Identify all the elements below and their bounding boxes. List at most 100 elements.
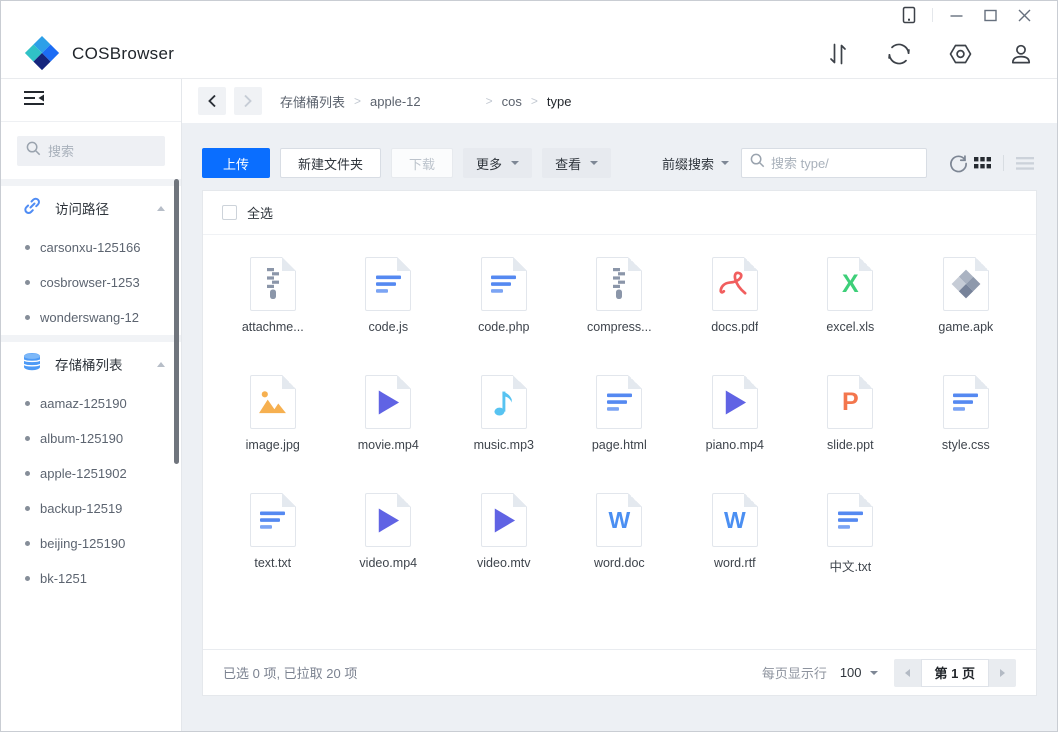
- transfer-icon[interactable]: [824, 40, 852, 68]
- view-toggle-divider: [1003, 155, 1004, 171]
- file-name: compress...: [587, 320, 652, 334]
- bucket-name: aamaz-125190: [40, 396, 127, 411]
- sidebar-bucket-item[interactable]: backup-12519: [1, 491, 181, 526]
- file-item[interactable]: Xexcel.xls: [793, 257, 909, 375]
- user-icon[interactable]: [1007, 40, 1035, 68]
- file-item[interactable]: compress...: [562, 257, 678, 375]
- section-collapse-icon[interactable]: [157, 206, 165, 211]
- access-path-list: carsonxu-125166 cosbrowser-1253wonderswan…: [1, 230, 181, 335]
- selection-status: 已选 0 项, 已拉取 20 项: [223, 663, 357, 682]
- grid-view-icon[interactable]: [970, 151, 994, 175]
- settings-icon[interactable]: [946, 40, 974, 68]
- link-icon: [22, 196, 42, 221]
- file-item[interactable]: game.apk: [908, 257, 1024, 375]
- status-bar: 已选 0 项, 已拉取 20 项 每页显示行 100 第 1 页: [203, 649, 1036, 695]
- file-item[interactable]: Pslide.ppt: [793, 375, 909, 493]
- breadcrumb-item[interactable]: cos: [502, 94, 522, 109]
- file-item[interactable]: piano.mp4: [677, 375, 793, 493]
- bullet-icon: [25, 506, 30, 511]
- sidebar-bucket-item[interactable]: cosbrowser-1253: [1, 265, 181, 300]
- file-item[interactable]: page.html: [562, 375, 678, 493]
- cosbrowser-window: COSBrowser: [0, 0, 1058, 732]
- page-fold: [859, 257, 873, 271]
- file-item[interactable]: docs.pdf: [677, 257, 793, 375]
- file-item[interactable]: music.mp3: [446, 375, 562, 493]
- prev-page-button[interactable]: [894, 659, 921, 687]
- sidebar-bucket-item[interactable]: bk-1251: [1, 561, 181, 596]
- file-item[interactable]: attachme...: [215, 257, 331, 375]
- caret-down-icon: [721, 161, 729, 165]
- download-button[interactable]: 下载: [391, 148, 453, 178]
- section-collapse-icon[interactable]: [157, 362, 165, 367]
- mobile-icon[interactable]: [892, 3, 926, 27]
- section-bucket-list[interactable]: 存储桶列表: [1, 342, 181, 386]
- sidebar-bucket-item[interactable]: wonderswang-12: [1, 300, 181, 335]
- file-item[interactable]: code.js: [331, 257, 447, 375]
- sidebar-scrollbar[interactable]: [174, 179, 179, 464]
- file-name: text.txt: [254, 556, 291, 570]
- object-search[interactable]: [741, 148, 927, 178]
- file-item[interactable]: Wword.rtf: [677, 493, 793, 611]
- collapse-sidebar-icon[interactable]: [23, 90, 45, 111]
- view-button[interactable]: 查看: [542, 148, 611, 178]
- sidebar-search[interactable]: [17, 136, 165, 166]
- sidebar-bucket-item[interactable]: apple-1251902: [1, 456, 181, 491]
- bullet-icon: [25, 280, 30, 285]
- video-file-icon: [365, 493, 411, 547]
- select-all-label: 全选: [247, 203, 273, 222]
- file-item[interactable]: style.css: [908, 375, 1024, 493]
- caret-down-icon: [511, 161, 519, 165]
- page-fold: [397, 375, 411, 389]
- minimize-icon[interactable]: [939, 3, 973, 27]
- page-fold: [397, 257, 411, 271]
- more-button[interactable]: 更多: [463, 148, 532, 178]
- back-button[interactable]: [198, 87, 226, 115]
- breadcrumb-item[interactable]: 存储桶列表: [280, 92, 345, 111]
- page-fold: [744, 493, 758, 507]
- file-item[interactable]: text.txt: [215, 493, 331, 611]
- close-icon[interactable]: [1007, 3, 1041, 27]
- next-page-button[interactable]: [989, 659, 1016, 687]
- file-item[interactable]: Wword.doc: [562, 493, 678, 611]
- sidebar-search-input[interactable]: [48, 144, 156, 159]
- file-name: image.jpg: [246, 438, 300, 452]
- file-item[interactable]: image.jpg: [215, 375, 331, 493]
- file-name: code.php: [478, 320, 529, 334]
- per-page-select[interactable]: 100: [840, 665, 878, 680]
- sync-icon[interactable]: [885, 40, 913, 68]
- caret-down-icon: [870, 671, 878, 675]
- maximize-icon[interactable]: [973, 3, 1007, 27]
- sidebar-bucket-item[interactable]: aamaz-125190: [1, 386, 181, 421]
- page-fold: [975, 375, 989, 389]
- breadcrumb-item[interactable]: apple-12: [370, 94, 421, 109]
- prefix-search-dropdown[interactable]: 前缀搜索: [662, 154, 729, 173]
- list-view-icon[interactable]: [1013, 151, 1037, 175]
- file-panel: 全选 attachme...code.js code.php compress...…: [202, 190, 1037, 696]
- bullet-icon: [25, 315, 30, 320]
- select-all-checkbox[interactable]: [222, 205, 237, 220]
- file-item[interactable]: code.php: [446, 257, 562, 375]
- view-button-label: 查看: [555, 154, 581, 173]
- sidebar-bucket-item[interactable]: carsonxu-125166: [1, 230, 181, 265]
- file-name: 中文.txt: [830, 556, 872, 575]
- sidebar-bucket-item[interactable]: beijing-125190: [1, 526, 181, 561]
- file-item[interactable]: video.mp4: [331, 493, 447, 611]
- file-name: game.apk: [938, 320, 993, 334]
- refresh-icon[interactable]: [946, 151, 970, 175]
- next-page-icon: [1000, 669, 1005, 677]
- current-page: 第 1 页: [921, 659, 989, 687]
- file-item[interactable]: 中文.txt: [793, 493, 909, 611]
- forward-button[interactable]: [234, 87, 262, 115]
- per-page-value: 100: [840, 665, 862, 680]
- code-file-icon: [250, 493, 296, 547]
- upload-button[interactable]: 上传: [202, 148, 270, 178]
- section-access-paths[interactable]: 访问路径: [1, 186, 181, 230]
- file-name: music.mp3: [474, 438, 534, 452]
- bucket-name: carsonxu-125166: [40, 240, 140, 255]
- new-folder-button[interactable]: 新建文件夹: [280, 148, 381, 178]
- file-item[interactable]: video.mtv: [446, 493, 562, 611]
- file-item[interactable]: movie.mp4: [331, 375, 447, 493]
- sidebar-bucket-item[interactable]: album-125190: [1, 421, 181, 456]
- object-search-input[interactable]: [771, 156, 918, 171]
- pagination: 第 1 页: [894, 659, 1016, 687]
